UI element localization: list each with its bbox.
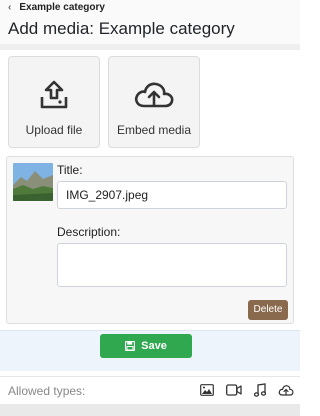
image-icon [200,384,214,396]
embed-media-label: Embed media [116,123,192,137]
description-input[interactable] [57,243,287,287]
back-link[interactable]: ‹ Example category [8,2,105,13]
upload-file-button[interactable]: Upload file [8,56,100,148]
cloud-upload-icon [134,82,174,108]
audio-icon [254,383,266,397]
save-bar: Save [0,330,300,371]
video-icon [226,384,242,396]
back-link-label: Example category [19,2,105,13]
title-label: Title: [57,163,83,177]
upload-icon [40,80,68,109]
chevron-left-icon: ‹ [8,2,12,13]
bottom-strip [0,404,300,416]
allowed-types-label: Allowed types: [8,384,86,398]
upload-file-label: Upload file [25,123,83,137]
media-item: Title: IMG_2907.jpeg Description: Delete [6,156,294,324]
title-input[interactable]: IMG_2907.jpeg [57,181,287,209]
floppy-disk-icon [125,341,136,351]
embed-media-button[interactable]: Embed media [108,56,200,148]
save-label: Save [141,340,167,352]
allowed-types-icons [200,383,294,397]
delete-button[interactable]: Delete [248,300,288,320]
cloud-upload-icon [278,384,294,396]
description-label: Description: [57,225,121,239]
page-title: Add media: Example category [8,19,235,38]
image-thumbnail [13,163,53,201]
header-separator [0,44,300,50]
allowed-types-bar: Allowed types: [0,376,300,405]
save-button[interactable]: Save [100,334,192,358]
header: ‹ Example category Add media: Example ca… [0,0,300,44]
